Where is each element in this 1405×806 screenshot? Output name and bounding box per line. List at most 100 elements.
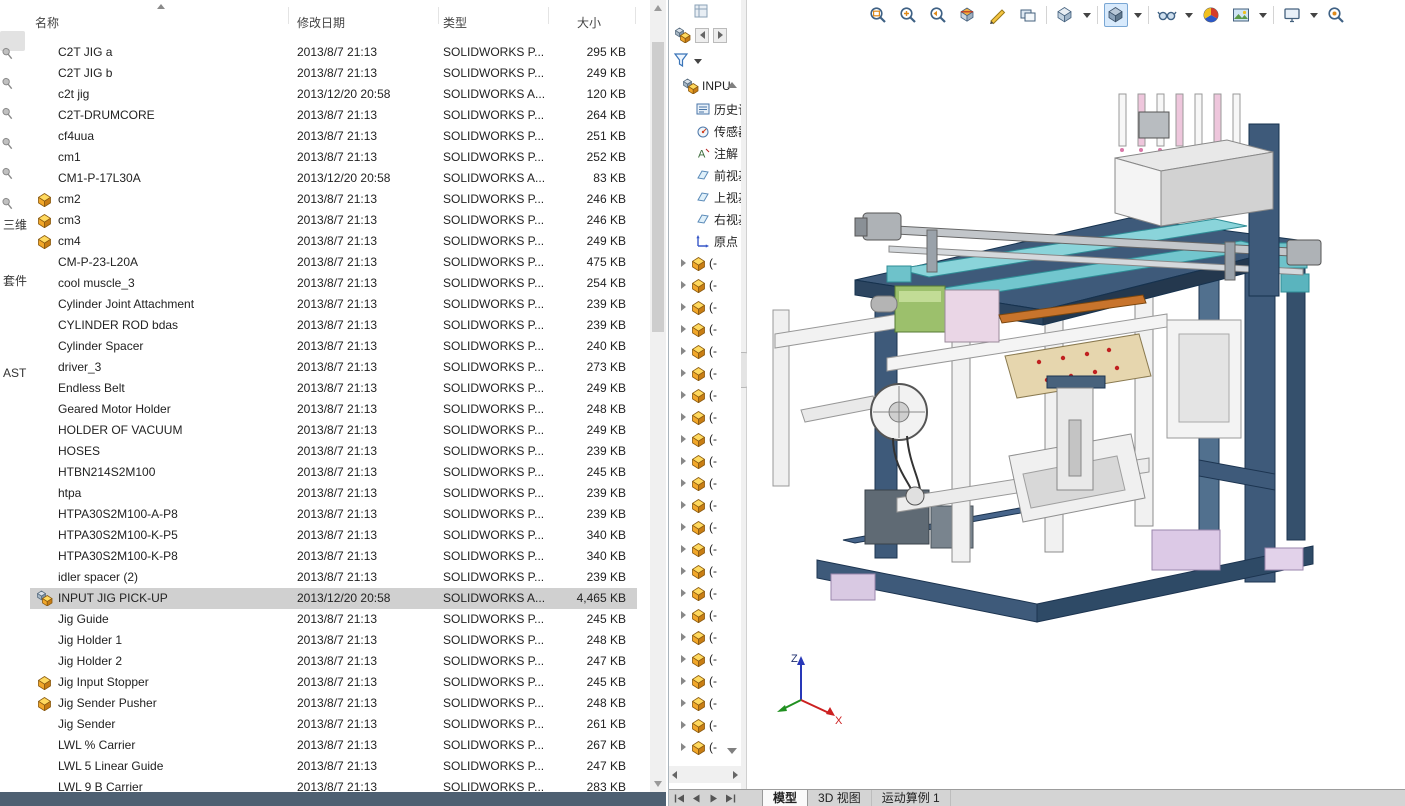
- expand-arrow-icon[interactable]: [681, 435, 686, 443]
- tree-component[interactable]: (-: [669, 538, 741, 560]
- expand-arrow-icon[interactable]: [681, 501, 686, 509]
- tree-component[interactable]: (-: [669, 274, 741, 296]
- file-list-scrollbar[interactable]: [650, 0, 666, 792]
- dropdown-caret-icon[interactable]: [1185, 13, 1193, 18]
- tree-scroll-down-icon[interactable]: [727, 748, 737, 754]
- tree-component[interactable]: (-: [669, 560, 741, 582]
- file-row[interactable]: Jig Guide2013/8/7 21:13SOLIDWORKS P...24…: [30, 609, 637, 630]
- column-divider[interactable]: [288, 7, 289, 24]
- file-row[interactable]: Cylinder Spacer2013/8/7 21:13SOLIDWORKS …: [30, 336, 637, 357]
- file-row[interactable]: C2T-DRUMCORE2013/8/7 21:13SOLIDWORKS P..…: [30, 105, 637, 126]
- nav-strip-label[interactable]: 三维: [3, 216, 27, 233]
- tree-component[interactable]: (-: [669, 714, 741, 736]
- doc-tab[interactable]: 运动算例 1: [872, 790, 951, 806]
- tree-item[interactable]: 前视基准面: [669, 164, 741, 186]
- file-row[interactable]: cm12013/8/7 21:13SOLIDWORKS P...252 KB: [30, 147, 637, 168]
- pane-options-icon[interactable]: [693, 3, 709, 19]
- file-row[interactable]: Cylinder Joint Attachment2013/8/7 21:13S…: [30, 294, 637, 315]
- doc-tab[interactable]: 模型: [762, 790, 808, 806]
- filter-funnel-icon[interactable]: [673, 52, 691, 71]
- expand-arrow-icon[interactable]: [681, 545, 686, 553]
- pin-icon[interactable]: [2, 106, 14, 125]
- expand-arrow-icon[interactable]: [681, 677, 686, 685]
- file-row[interactable]: Jig Sender Pusher2013/8/7 21:13SOLIDWORK…: [30, 693, 637, 714]
- dropdown-caret-icon[interactable]: [1083, 13, 1091, 18]
- expand-arrow-icon[interactable]: [681, 259, 686, 267]
- column-divider[interactable]: [635, 7, 636, 24]
- scrollbar-down-icon[interactable]: [654, 781, 662, 787]
- expand-arrow-icon[interactable]: [681, 655, 686, 663]
- expand-arrow-icon[interactable]: [681, 369, 686, 377]
- tree-component[interactable]: (-: [669, 670, 741, 692]
- zoom-area-icon[interactable]: [896, 3, 920, 27]
- expand-arrow-icon[interactable]: [681, 391, 686, 399]
- pin-icon[interactable]: [2, 76, 14, 95]
- expand-arrow-icon[interactable]: [681, 479, 686, 487]
- tree-scroll-up-icon[interactable]: [727, 82, 737, 88]
- edit-appearance-icon[interactable]: [1199, 3, 1223, 27]
- column-header-name[interactable]: 名称: [35, 14, 59, 31]
- file-row[interactable]: Jig Holder 12013/8/7 21:13SOLIDWORKS P..…: [30, 630, 637, 651]
- tree-component[interactable]: (-: [669, 736, 741, 758]
- tree-item[interactable]: A注解: [669, 142, 741, 164]
- nav-strip-label[interactable]: AST: [3, 366, 26, 380]
- hscroll-right-icon[interactable]: [733, 771, 738, 779]
- file-row[interactable]: HTBN214S2M1002013/8/7 21:13SOLIDWORKS P.…: [30, 462, 637, 483]
- expand-arrow-icon[interactable]: [681, 589, 686, 597]
- doc-tab[interactable]: 3D 视图: [808, 790, 872, 806]
- column-divider[interactable]: [438, 7, 439, 24]
- file-row[interactable]: Jig Holder 22013/8/7 21:13SOLIDWORKS P..…: [30, 651, 637, 672]
- file-row[interactable]: htpa2013/8/7 21:13SOLIDWORKS P...239 KB: [30, 483, 637, 504]
- dropdown-caret-icon[interactable]: [1310, 13, 1318, 18]
- file-row[interactable]: LWL % Carrier2013/8/7 21:13SOLIDWORKS P.…: [30, 735, 637, 756]
- tree-component[interactable]: (-: [669, 296, 741, 318]
- previous-view-icon[interactable]: [926, 3, 950, 27]
- nav-strip-label[interactable]: 套件: [3, 272, 27, 289]
- zoom-fit-icon[interactable]: [866, 3, 890, 27]
- tree-component[interactable]: (-: [669, 406, 741, 428]
- file-row[interactable]: C2T JIG b2013/8/7 21:13SOLIDWORKS P...24…: [30, 63, 637, 84]
- display-style-icon[interactable]: [1104, 3, 1128, 27]
- expand-arrow-icon[interactable]: [681, 611, 686, 619]
- file-row[interactable]: HTPA30S2M100-K-P82013/8/7 21:13SOLIDWORK…: [30, 546, 637, 567]
- hide-show-items-icon[interactable]: [1155, 3, 1179, 27]
- tree-item[interactable]: 右视基准面: [669, 208, 741, 230]
- drawing-3d-view-icon[interactable]: [1016, 3, 1040, 27]
- view-settings-icon[interactable]: [1280, 3, 1304, 27]
- tree-component[interactable]: (-: [669, 472, 741, 494]
- file-row[interactable]: driver_32013/8/7 21:13SOLIDWORKS P...273…: [30, 357, 637, 378]
- tab-first-button[interactable]: [672, 792, 687, 805]
- assembly-tab-icon[interactable]: [675, 27, 691, 43]
- expand-arrow-icon[interactable]: [681, 325, 686, 333]
- file-row[interactable]: Jig Input Stopper2013/8/7 21:13SOLIDWORK…: [30, 672, 637, 693]
- pin-icon[interactable]: [2, 196, 14, 215]
- tree-component[interactable]: (-: [669, 648, 741, 670]
- magnifier-icon[interactable]: [1324, 3, 1348, 27]
- file-row[interactable]: cm42013/8/7 21:13SOLIDWORKS P...249 KB: [30, 231, 637, 252]
- tree-component[interactable]: (-: [669, 626, 741, 648]
- file-row[interactable]: C2T JIG a2013/8/7 21:13SOLIDWORKS P...29…: [30, 42, 637, 63]
- column-header-size[interactable]: 大小: [577, 14, 601, 31]
- tab-last-button[interactable]: [723, 792, 738, 805]
- section-view-icon[interactable]: [956, 3, 980, 27]
- file-row[interactable]: HTPA30S2M100-A-P82013/8/7 21:13SOLIDWORK…: [30, 504, 637, 525]
- file-row[interactable]: cm22013/8/7 21:13SOLIDWORKS P...246 KB: [30, 189, 637, 210]
- file-row[interactable]: INPUT JIG PICK-UP2013/12/20 20:58SOLIDWO…: [30, 588, 637, 609]
- panel-prev-button[interactable]: [695, 28, 709, 43]
- expand-arrow-icon[interactable]: [681, 721, 686, 729]
- tree-component[interactable]: (-: [669, 516, 741, 538]
- scrollbar-thumb[interactable]: [652, 42, 664, 332]
- file-row[interactable]: cool muscle_32013/8/7 21:13SOLIDWORKS P.…: [30, 273, 637, 294]
- dropdown-caret-icon[interactable]: [1134, 13, 1142, 18]
- expand-arrow-icon[interactable]: [681, 523, 686, 531]
- pin-icon[interactable]: [2, 46, 14, 65]
- annotation-view-icon[interactable]: [986, 3, 1010, 27]
- tree-component[interactable]: (-: [669, 384, 741, 406]
- graphics-viewport[interactable]: Z X: [747, 0, 1405, 789]
- tree-component[interactable]: (-: [669, 692, 741, 714]
- tree-component[interactable]: (-: [669, 428, 741, 450]
- panel-hscrollbar[interactable]: [669, 766, 741, 783]
- column-divider[interactable]: [548, 7, 549, 24]
- apply-scene-icon[interactable]: [1229, 3, 1253, 27]
- dropdown-caret-icon[interactable]: [1259, 13, 1267, 18]
